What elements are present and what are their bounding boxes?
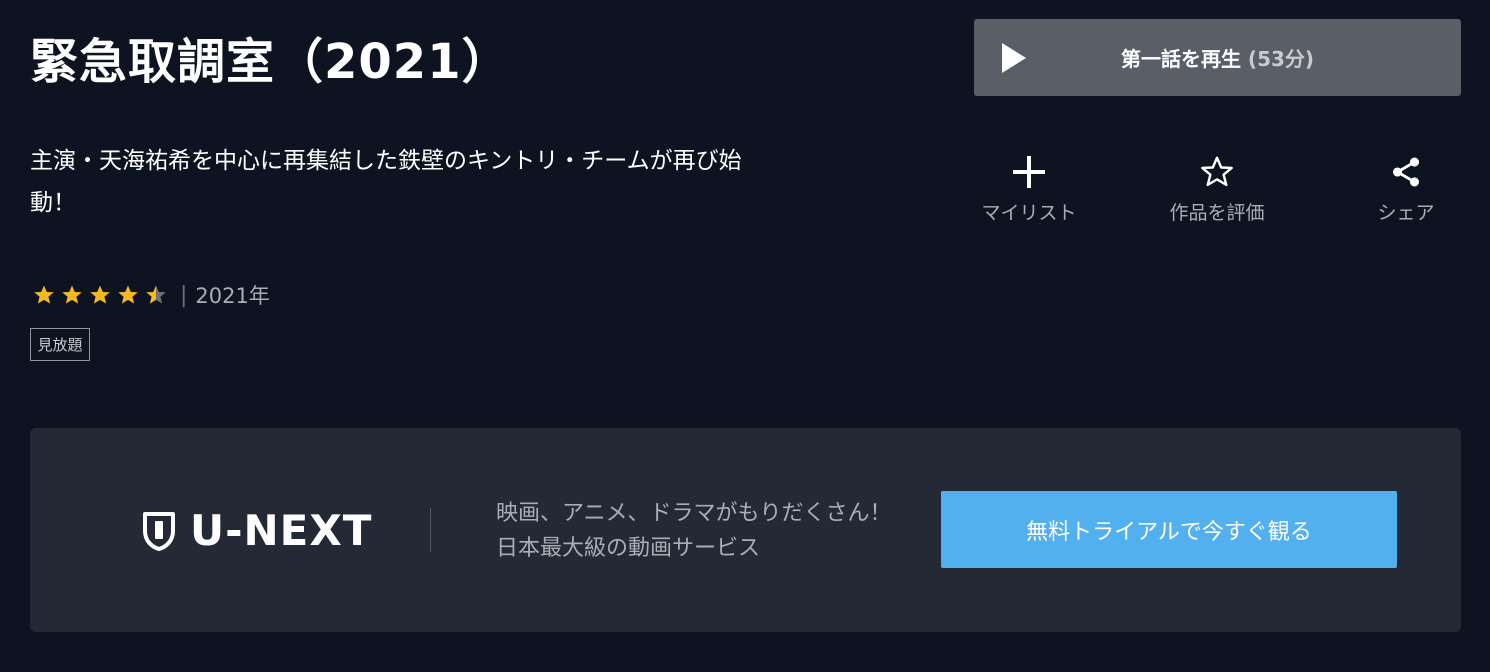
rating-star-icon (62, 285, 82, 304)
mylist-button[interactable]: マイリスト (959, 150, 1099, 225)
rating-star-icon (34, 285, 54, 304)
plus-icon (1013, 156, 1045, 188)
play-duration: (53分) (1247, 47, 1315, 71)
share-label: シェア (1377, 202, 1435, 224)
rating-star-icon (146, 285, 166, 304)
play-label: 第一話を再生 (1120, 47, 1241, 71)
promo-divider (430, 508, 431, 552)
share-icon (1392, 157, 1420, 187)
unext-logo: U-NEXT (142, 506, 372, 555)
rating-separator: | (180, 282, 188, 308)
unext-promo-banner: U-NEXT 映画、アニメ、ドラマがもりだくさん！ 日本最大級の動画サービス 無… (30, 428, 1461, 632)
play-first-episode-button[interactable]: 第一話を再生 (53分) (974, 19, 1461, 96)
promo-tagline: 映画、アニメ、ドラマがもりだくさん！ 日本最大級の動画サービス (496, 496, 892, 566)
rate-label: 作品を評価 (1169, 202, 1265, 224)
free-trial-button[interactable]: 無料トライアルで今すぐ観る (941, 491, 1397, 568)
unlimited-badge: 見放題 (30, 328, 90, 361)
unext-shield-icon (143, 511, 175, 551)
rating-star-icon (90, 285, 110, 304)
rating: | 2021年 (32, 280, 270, 310)
rate-button[interactable]: 作品を評価 (1147, 150, 1287, 225)
share-button[interactable]: シェア (1336, 150, 1476, 225)
release-year: 2021年 (195, 284, 270, 308)
rating-stars (32, 283, 168, 307)
star-outline-icon (1201, 156, 1233, 187)
play-icon (1002, 43, 1026, 73)
promo-tagline-line1: 映画、アニメ、ドラマがもりだくさん！ (496, 501, 892, 526)
promo-tagline-line2: 日本最大級の動画サービス (496, 536, 761, 561)
rating-star-icon (118, 285, 138, 304)
mylist-label: マイリスト (981, 202, 1077, 224)
page-title: 緊急取調室（2021） (30, 34, 511, 90)
action-bar: マイリスト 作品を評価 シェア (974, 150, 1461, 240)
description: 主演・天海祐希を中心に再集結した鉄壁のキントリ・チームが再び始動！ (30, 148, 742, 216)
unext-logo-text: U-NEXT (190, 506, 373, 555)
